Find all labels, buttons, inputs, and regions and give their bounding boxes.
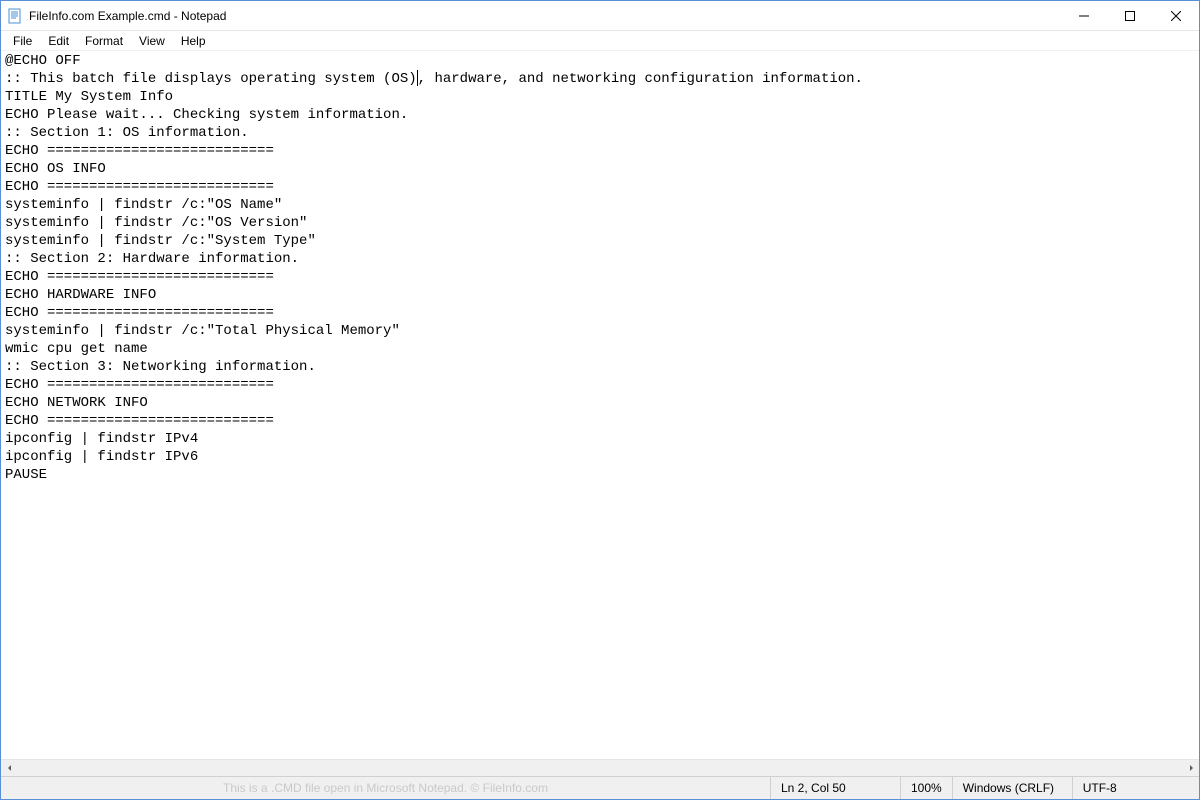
status-position: Ln 2, Col 50: [771, 777, 901, 799]
menu-help[interactable]: Help: [173, 32, 214, 50]
editor-line: @ECHO OFF: [5, 53, 81, 69]
menu-format[interactable]: Format: [77, 32, 131, 50]
editor-rest: TITLE My System Info ECHO Please wait...…: [5, 89, 408, 483]
status-encoding: UTF-8: [1073, 777, 1173, 799]
window-controls: [1061, 1, 1199, 30]
status-line-ending: Windows (CRLF): [953, 777, 1073, 799]
editor-line-before-caret: :: This batch file displays operating sy…: [5, 71, 417, 87]
scroll-right-icon[interactable]: [1182, 760, 1199, 777]
status-watermark: This is a .CMD file open in Microsoft No…: [1, 777, 771, 799]
editor-wrap: @ECHO OFF :: This batch file displays op…: [1, 51, 1199, 776]
menu-edit[interactable]: Edit: [40, 32, 77, 50]
horizontal-scrollbar[interactable]: [1, 759, 1199, 776]
text-editor[interactable]: @ECHO OFF :: This batch file displays op…: [1, 51, 1199, 759]
minimize-button[interactable]: [1061, 1, 1107, 30]
editor-line-after-caret: , hardware, and networking configuration…: [418, 71, 863, 87]
menu-file[interactable]: File: [5, 32, 40, 50]
text-caret: [417, 70, 418, 86]
window-title: FileInfo.com Example.cmd - Notepad: [29, 9, 226, 23]
notepad-app-icon: [7, 8, 23, 24]
titlebar: FileInfo.com Example.cmd - Notepad: [1, 1, 1199, 31]
maximize-button[interactable]: [1107, 1, 1153, 30]
statusbar: This is a .CMD file open in Microsoft No…: [1, 776, 1199, 799]
close-button[interactable]: [1153, 1, 1199, 30]
status-zoom: 100%: [901, 777, 953, 799]
menu-view[interactable]: View: [131, 32, 173, 50]
scroll-left-icon[interactable]: [1, 760, 18, 777]
menubar: File Edit Format View Help: [1, 31, 1199, 51]
